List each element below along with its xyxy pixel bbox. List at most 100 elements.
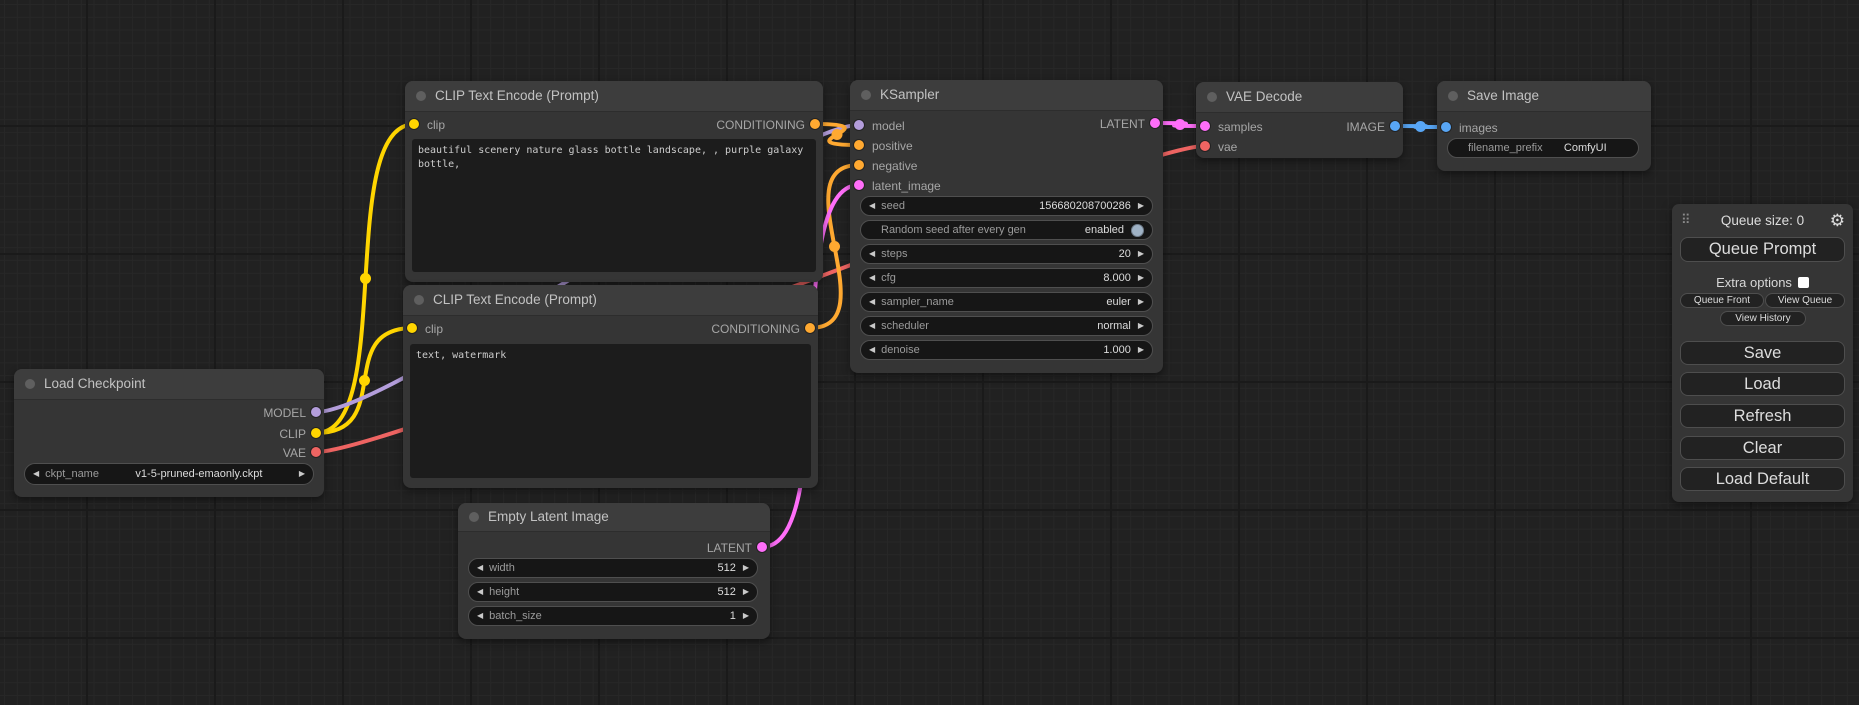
queue-panel[interactable]: ⠿ Queue size: 0 ⚙ Queue Prompt Extra opt… — [1672, 204, 1853, 502]
ckpt-name-widget[interactable]: ◀ ckpt_name v1-5-pruned-emaonly.ckpt ▶ — [24, 463, 314, 485]
node-empty-latent-image[interactable]: Empty Latent Image LATENT ◀ width 512 ▶ … — [458, 503, 770, 639]
load-button[interactable]: Load — [1680, 372, 1845, 396]
steps-widget[interactable]: ◀ steps 20 ▶ — [860, 244, 1153, 264]
decrement-arrow-icon[interactable]: ◀ — [869, 202, 875, 210]
sampler-name-widget[interactable]: ◀ sampler_name euler ▶ — [860, 292, 1153, 312]
output-label-conditioning: CONDITIONING — [716, 118, 805, 132]
graph-canvas[interactable]: { "colors": { "model": "#b39ddb", "clip"… — [0, 0, 1859, 705]
filename-prefix-widget[interactable]: filename_prefix ComfyUI — [1447, 138, 1639, 158]
node-ksampler[interactable]: KSampler model positive negative latent_… — [850, 80, 1163, 373]
decrement-arrow-icon[interactable]: ◀ — [869, 298, 875, 306]
widget-label: batch_size — [489, 610, 542, 622]
extra-options-checkbox[interactable] — [1798, 277, 1809, 288]
node-title-bar[interactable]: Save Image — [1437, 81, 1651, 112]
widget-label: denoise — [881, 344, 920, 356]
input-port-latent-image[interactable] — [854, 180, 864, 190]
collapse-dot-icon[interactable] — [469, 512, 479, 522]
node-title-bar[interactable]: CLIP Text Encode (Prompt) — [405, 81, 823, 112]
input-port-samples[interactable] — [1200, 121, 1210, 131]
node-title: CLIP Text Encode (Prompt) — [433, 292, 597, 307]
increment-arrow-icon[interactable]: ▶ — [1138, 202, 1144, 210]
input-port-model[interactable] — [854, 120, 864, 130]
increment-arrow-icon[interactable]: ▶ — [743, 564, 749, 572]
prompt-textarea[interactable]: text, watermark — [410, 344, 811, 478]
decrement-arrow-icon[interactable]: ◀ — [477, 564, 483, 572]
node-clip-text-encode-positive[interactable]: CLIP Text Encode (Prompt) clip CONDITION… — [405, 81, 823, 282]
refresh-button[interactable]: Refresh — [1680, 404, 1845, 428]
save-button[interactable]: Save — [1680, 341, 1845, 365]
decrement-arrow-icon[interactable]: ◀ — [33, 470, 39, 478]
input-port-vae[interactable] — [1200, 141, 1210, 151]
node-title: Save Image — [1467, 88, 1539, 103]
view-history-button[interactable]: View History — [1720, 311, 1806, 326]
decrement-arrow-icon[interactable]: ◀ — [477, 612, 483, 620]
clear-button[interactable]: Clear — [1680, 436, 1845, 460]
width-widget[interactable]: ◀ width 512 ▶ — [468, 558, 758, 578]
decrement-arrow-icon[interactable]: ◀ — [869, 250, 875, 258]
prompt-textarea[interactable]: beautiful scenery nature glass bottle la… — [412, 139, 816, 272]
increment-arrow-icon[interactable]: ▶ — [743, 588, 749, 596]
node-title-bar[interactable]: Load Checkpoint — [14, 369, 324, 400]
collapse-dot-icon[interactable] — [414, 295, 424, 305]
decrement-arrow-icon[interactable]: ◀ — [869, 322, 875, 330]
increment-arrow-icon[interactable]: ▶ — [1138, 274, 1144, 282]
output-label-clip: CLIP — [279, 427, 306, 441]
input-port-images[interactable] — [1441, 122, 1451, 132]
collapse-dot-icon[interactable] — [861, 90, 871, 100]
output-port-image[interactable] — [1390, 121, 1400, 131]
decrement-arrow-icon[interactable]: ◀ — [869, 274, 875, 282]
node-title-bar[interactable]: VAE Decode — [1196, 82, 1403, 113]
node-save-image[interactable]: Save Image images filename_prefix ComfyU… — [1437, 81, 1651, 171]
height-widget[interactable]: ◀ height 512 ▶ — [468, 582, 758, 602]
collapse-dot-icon[interactable] — [1207, 92, 1217, 102]
increment-arrow-icon[interactable]: ▶ — [299, 470, 305, 478]
output-port-model[interactable] — [311, 407, 321, 417]
output-port-latent[interactable] — [757, 542, 767, 552]
input-port-negative[interactable] — [854, 160, 864, 170]
output-port-latent[interactable] — [1150, 118, 1160, 128]
widget-label: width — [489, 562, 515, 574]
output-port-conditioning[interactable] — [805, 323, 815, 333]
scheduler-widget[interactable]: ◀ scheduler normal ▶ — [860, 316, 1153, 336]
collapse-dot-icon[interactable] — [25, 379, 35, 389]
batch-size-widget[interactable]: ◀ batch_size 1 ▶ — [468, 606, 758, 626]
denoise-widget[interactable]: ◀ denoise 1.000 ▶ — [860, 340, 1153, 360]
load-default-button[interactable]: Load Default — [1680, 467, 1845, 491]
node-title-bar[interactable]: KSampler — [850, 80, 1163, 111]
decrement-arrow-icon[interactable]: ◀ — [869, 346, 875, 354]
cfg-widget[interactable]: ◀ cfg 8.000 ▶ — [860, 268, 1153, 288]
output-port-clip[interactable] — [311, 428, 321, 438]
node-title-bar[interactable]: CLIP Text Encode (Prompt) — [403, 285, 818, 316]
output-port-vae[interactable] — [311, 447, 321, 457]
queue-front-button[interactable]: Queue Front — [1680, 293, 1764, 308]
node-vae-decode[interactable]: VAE Decode samples vae IMAGE — [1196, 82, 1403, 158]
view-queue-button[interactable]: View Queue — [1765, 293, 1845, 308]
collapse-dot-icon[interactable] — [1448, 91, 1458, 101]
toggle-dot-icon[interactable] — [1131, 224, 1144, 237]
increment-arrow-icon[interactable]: ▶ — [1138, 250, 1144, 258]
increment-arrow-icon[interactable]: ▶ — [743, 612, 749, 620]
queue-prompt-button[interactable]: Queue Prompt — [1680, 237, 1845, 262]
increment-arrow-icon[interactable]: ▶ — [1138, 322, 1144, 330]
increment-arrow-icon[interactable]: ▶ — [1138, 346, 1144, 354]
widget-value: ComfyUI — [1564, 142, 1607, 154]
decrement-arrow-icon[interactable]: ◀ — [477, 588, 483, 596]
widget-value: normal — [1097, 320, 1131, 332]
input-port-clip[interactable] — [407, 323, 417, 333]
seed-widget[interactable]: ◀ seed 156680208700286 ▶ — [860, 196, 1153, 216]
increment-arrow-icon[interactable]: ▶ — [1138, 298, 1144, 306]
widget-value: 1.000 — [1103, 344, 1131, 356]
widget-label: seed — [881, 200, 905, 212]
settings-gear-icon[interactable]: ⚙ — [1830, 211, 1845, 231]
widget-value: 8.000 — [1103, 272, 1131, 284]
node-clip-text-encode-negative[interactable]: CLIP Text Encode (Prompt) clip CONDITION… — [403, 285, 818, 488]
node-title: VAE Decode — [1226, 89, 1302, 104]
input-port-clip[interactable] — [409, 119, 419, 129]
input-port-positive[interactable] — [854, 140, 864, 150]
node-title-bar[interactable]: Empty Latent Image — [458, 503, 770, 532]
random-seed-toggle-widget[interactable]: Random seed after every gen enabled — [860, 220, 1153, 240]
collapse-dot-icon[interactable] — [416, 91, 426, 101]
output-port-conditioning[interactable] — [810, 119, 820, 129]
node-load-checkpoint[interactable]: Load Checkpoint MODEL CLIP VAE ◀ ckpt_na… — [14, 369, 324, 497]
widget-label: height — [489, 586, 519, 598]
